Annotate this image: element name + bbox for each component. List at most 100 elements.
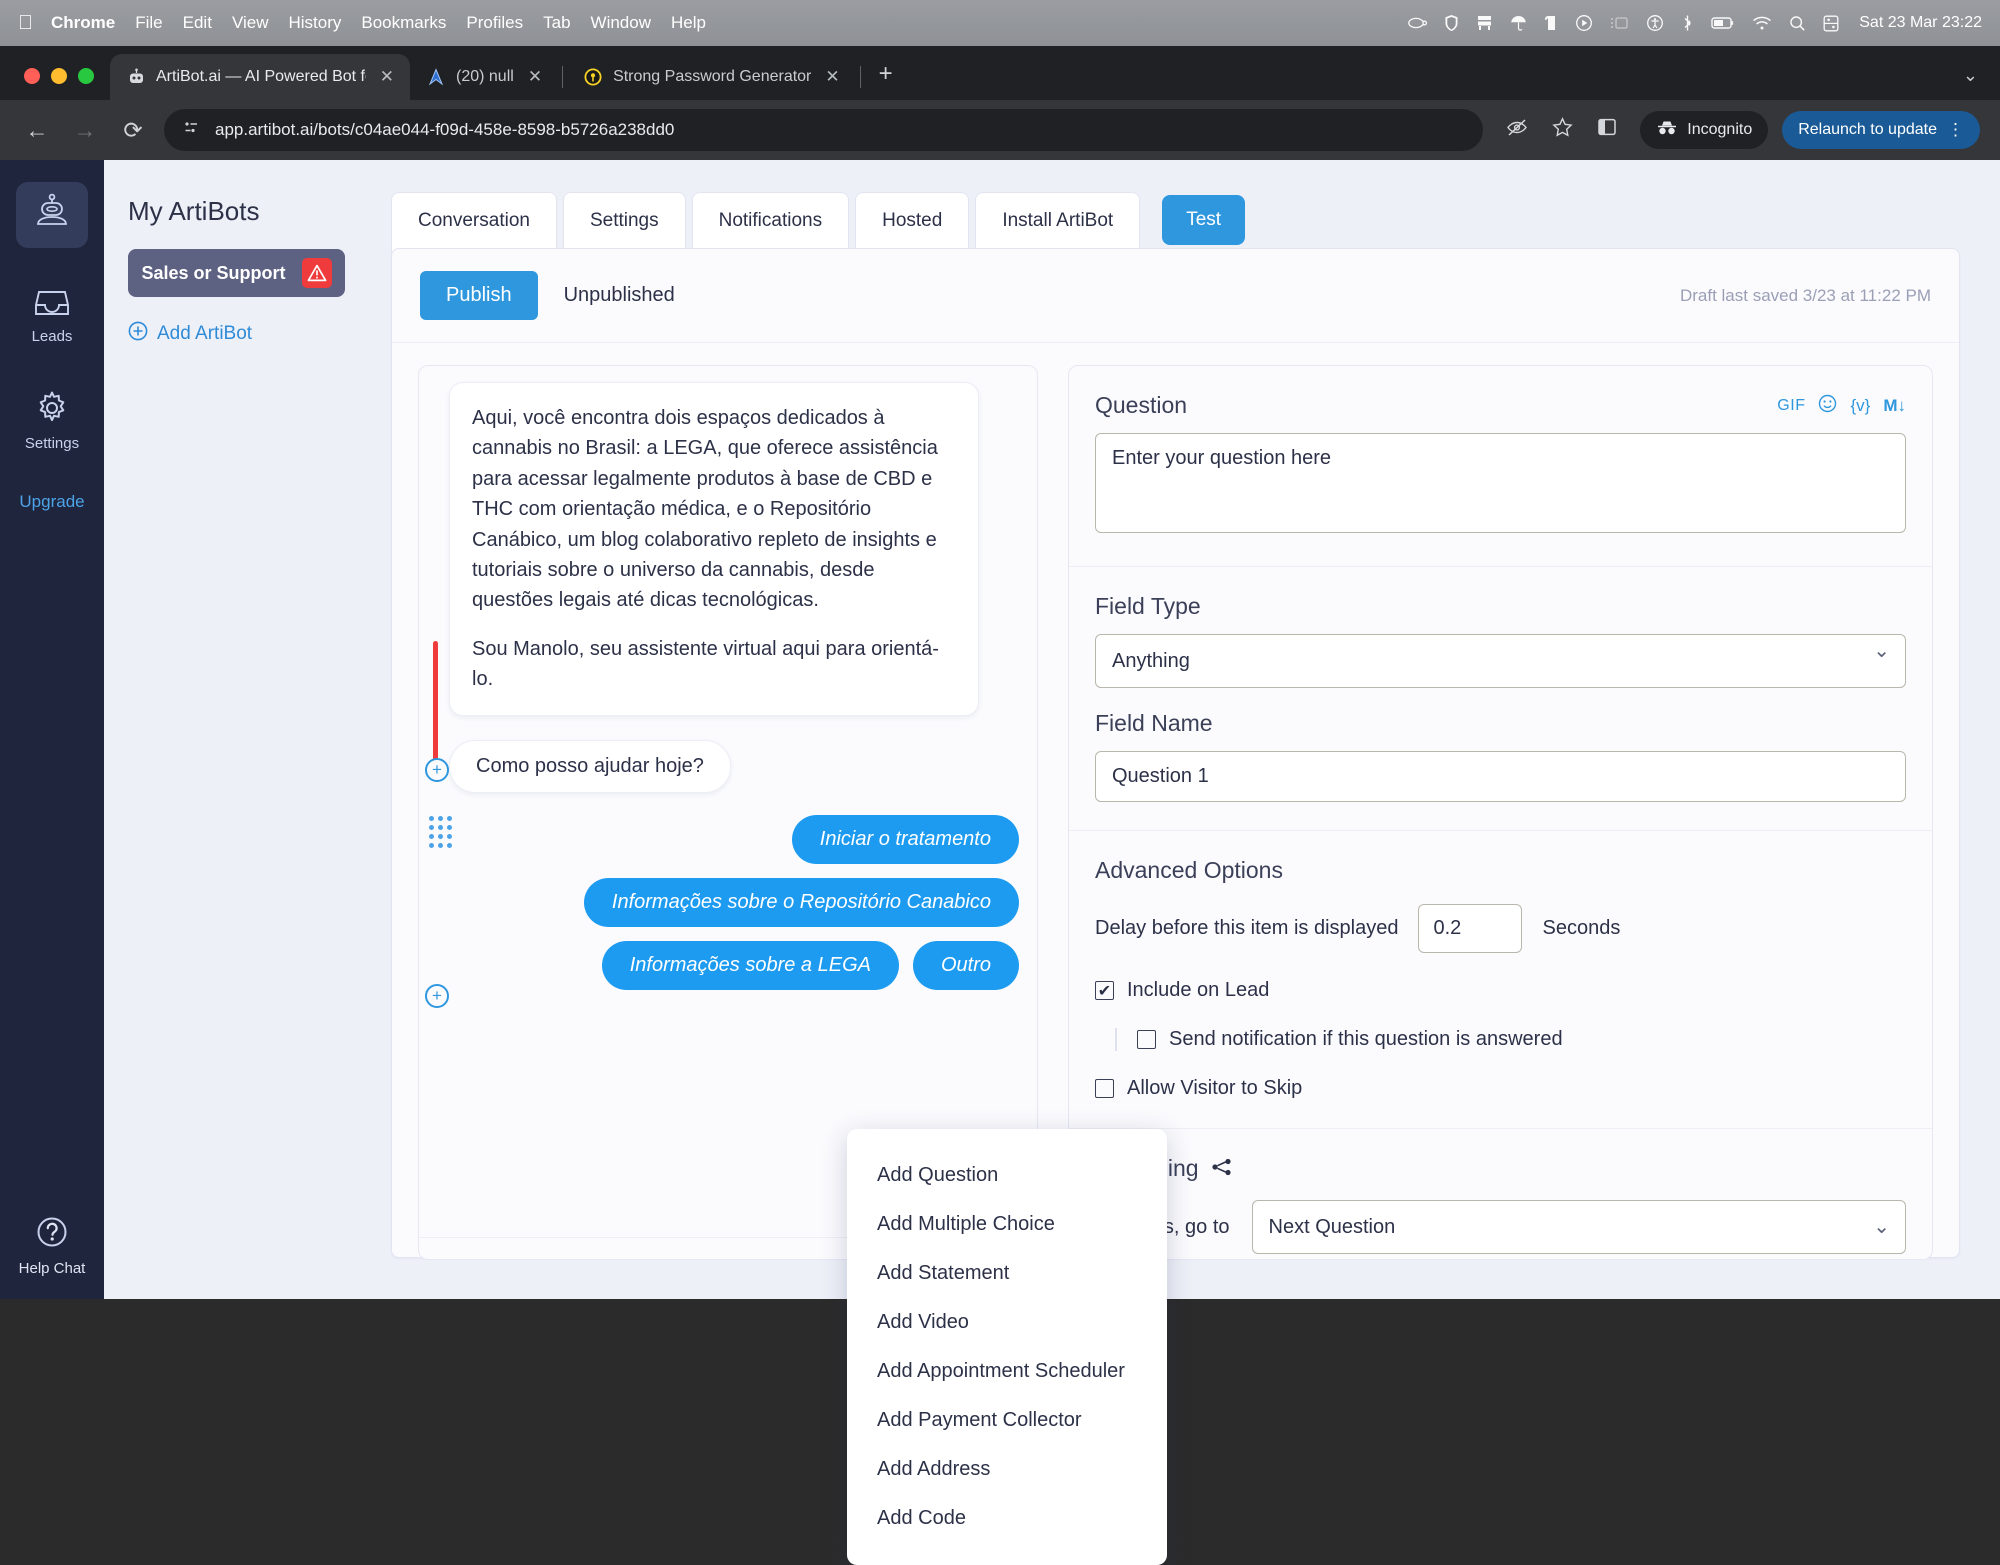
editor-panel: Publish Unpublished Draft last saved 3/2…	[391, 248, 1960, 1565]
screen-mirroring-icon[interactable]	[1610, 15, 1629, 31]
emoji-icon[interactable]	[1818, 394, 1837, 418]
umbrella-icon[interactable]	[1510, 14, 1527, 32]
add-item-icon[interactable]: +	[425, 984, 449, 1008]
add-item-dropdown-menu[interactable]: Add Question Add Multiple Choice Add Sta…	[847, 1129, 1167, 1565]
minimize-window-button[interactable]	[51, 68, 67, 84]
menu-view[interactable]: View	[232, 13, 269, 33]
include-on-lead-checkbox[interactable]	[1095, 981, 1114, 1000]
answer-chip[interactable]: Informações sobre a LEGA	[601, 940, 899, 990]
field-type-select[interactable]: Anything	[1095, 634, 1906, 688]
menu-item-add-statement[interactable]: Add Statement	[847, 1249, 1167, 1298]
markdown-icon[interactable]: M↓	[1883, 396, 1906, 416]
answer-chip[interactable]: Informações sobre o Repositório Canabico	[583, 877, 1019, 927]
server-rack-icon[interactable]	[1476, 14, 1493, 32]
close-window-button[interactable]	[24, 68, 40, 84]
menu-history[interactable]: History	[288, 13, 341, 33]
answer-chip-group: Iniciar o tratamento Informações sobre o…	[449, 814, 1019, 990]
test-button[interactable]: Test	[1162, 195, 1246, 245]
coffee-cup-icon[interactable]	[1407, 15, 1428, 31]
browser-tab-password-generator[interactable]: Strong Password Generator ✕	[567, 54, 856, 100]
menu-item-add-address[interactable]: Add Address	[847, 1445, 1167, 1494]
play-circle-icon[interactable]	[1575, 14, 1593, 32]
close-tab-icon[interactable]: ✕	[376, 67, 398, 87]
menu-item-add-question[interactable]: Add Question	[847, 1151, 1167, 1200]
relaunch-to-update-button[interactable]: Relaunch to update ⋮	[1782, 111, 1980, 149]
back-button[interactable]: ←	[20, 117, 54, 144]
menu-tab[interactable]: Tab	[543, 13, 570, 33]
menu-bookmarks[interactable]: Bookmarks	[361, 13, 446, 33]
draft-status-label: Draft last saved 3/23 at 11:22 PM	[1679, 285, 1931, 305]
page-info-icon[interactable]	[182, 118, 201, 142]
sidebar-item-leads[interactable]: Leads	[16, 278, 88, 351]
menu-profiles[interactable]: Profiles	[466, 13, 523, 33]
publish-button[interactable]: Publish	[420, 271, 538, 320]
menu-item-add-video[interactable]: Add Video	[847, 1298, 1167, 1347]
menu-edit[interactable]: Edit	[183, 13, 212, 33]
menu-file[interactable]: File	[135, 13, 162, 33]
gif-icon[interactable]: GIF	[1777, 397, 1805, 415]
side-panel-icon[interactable]	[1588, 111, 1626, 149]
tab-install-artibot[interactable]: Install ArtiBot	[975, 192, 1141, 249]
bot-message-bubble[interactable]: Aqui, você encontra dois espaços dedicad…	[449, 382, 979, 716]
incognito-indicator[interactable]: Incognito	[1640, 111, 1769, 149]
help-chat-button[interactable]: Help Chat	[0, 1215, 104, 1277]
battery-icon[interactable]	[1711, 16, 1735, 30]
menu-item-add-multiple-choice[interactable]: Add Multiple Choice	[847, 1200, 1167, 1249]
menu-item-add-code[interactable]: Add Code	[847, 1494, 1167, 1543]
browser-tab-artibot[interactable]: ArtiBot.ai — AI Powered Bot fo ✕	[110, 54, 410, 100]
warning-triangle-icon[interactable]	[301, 258, 332, 288]
close-tab-icon[interactable]: ✕	[524, 67, 546, 87]
reload-button[interactable]: ⟳	[116, 117, 150, 144]
door-tag-icon[interactable]	[1544, 14, 1558, 32]
answer-chip[interactable]: Iniciar o tratamento	[791, 814, 1019, 864]
delay-input[interactable]	[1418, 904, 1523, 953]
chrome-menu-icon[interactable]: ⋮	[1947, 120, 1964, 140]
add-artibot-button[interactable]: Add ArtiBot	[128, 321, 345, 347]
after-this-select[interactable]: Next Question	[1251, 1200, 1906, 1254]
accessibility-icon[interactable]	[1646, 14, 1664, 32]
allow-skip-checkbox[interactable]	[1095, 1079, 1114, 1098]
search-icon[interactable]	[1789, 15, 1806, 32]
send-notification-checkbox[interactable]	[1137, 1030, 1156, 1049]
browser-tab-null[interactable]: (20) null ✕	[410, 54, 558, 100]
menu-bar-clock[interactable]: Sat 23 Mar 23:22	[1859, 14, 1982, 32]
sidebar-upgrade-link[interactable]: Upgrade	[19, 492, 84, 512]
question-input[interactable]: Enter your question here	[1095, 433, 1906, 533]
menu-window[interactable]: Window	[591, 13, 651, 33]
maximize-window-button[interactable]	[78, 68, 94, 84]
apple-logo-icon[interactable]: 	[18, 13, 33, 33]
delay-unit-label: Seconds	[1542, 917, 1621, 939]
bookmark-star-icon[interactable]	[1543, 110, 1582, 150]
answer-chip[interactable]: Outro	[912, 940, 1019, 990]
bluetooth-icon[interactable]	[1681, 14, 1694, 32]
tab-hosted[interactable]: Hosted	[855, 192, 970, 249]
menu-help[interactable]: Help	[671, 13, 706, 33]
include-on-lead-row[interactable]: Include on Lead	[1095, 979, 1906, 1002]
menu-item-add-payment-collector[interactable]: Add Payment Collector	[847, 1396, 1167, 1445]
send-notification-row[interactable]: Send notification if this question is an…	[1137, 1028, 1906, 1051]
tab-conversation[interactable]: Conversation	[391, 192, 557, 253]
tab-settings[interactable]: Settings	[562, 192, 686, 249]
hide-password-icon[interactable]	[1497, 111, 1537, 150]
shield-icon[interactable]	[1444, 14, 1459, 32]
forward-button[interactable]: →	[68, 117, 102, 144]
control-center-icon[interactable]	[1823, 15, 1839, 32]
variable-icon[interactable]: {v}	[1850, 396, 1870, 416]
bot-list-item-sales-or-support[interactable]: Sales or Support	[128, 249, 345, 297]
drag-handle-icon[interactable]	[429, 816, 452, 848]
address-bar[interactable]: app.artibot.ai/bots/c04ae044-f09d-458e-8…	[164, 109, 1484, 151]
tab-notifications[interactable]: Notifications	[691, 192, 850, 249]
chevron-down-icon[interactable]: ⌄	[1963, 65, 2000, 100]
close-tab-icon[interactable]: ✕	[821, 67, 843, 87]
menu-chrome[interactable]: Chrome	[51, 13, 115, 33]
allow-skip-row[interactable]: Allow Visitor to Skip	[1095, 1077, 1906, 1100]
sidebar-item-settings[interactable]: Settings	[16, 381, 88, 458]
bot-question-bubble[interactable]: Como posso ajudar hoje?	[449, 739, 731, 793]
sidebar-item-bots[interactable]	[16, 182, 88, 248]
selection-marker	[433, 641, 438, 769]
menu-item-add-appointment-scheduler[interactable]: Add Appointment Scheduler	[847, 1347, 1167, 1396]
add-item-icon[interactable]: +	[425, 758, 449, 782]
new-tab-button[interactable]: +	[865, 60, 907, 100]
wifi-icon[interactable]	[1752, 16, 1772, 31]
field-name-input[interactable]	[1095, 751, 1906, 802]
